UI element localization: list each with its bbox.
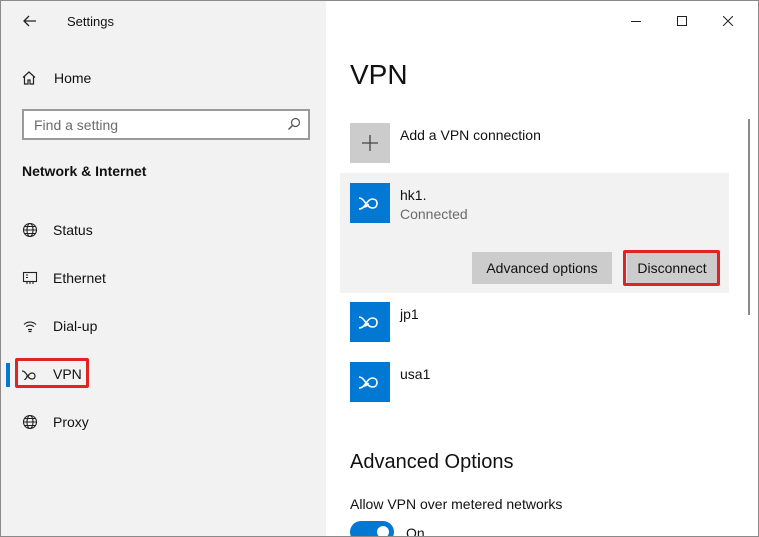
connection-name: jp1: [400, 306, 419, 322]
section-title: Network & Internet: [22, 163, 147, 179]
search-box[interactable]: [22, 109, 310, 140]
metered-networks-label: Allow VPN over metered networks: [350, 496, 563, 512]
vpn-connection-item[interactable]: jp1: [350, 302, 730, 344]
sidebar-item-status[interactable]: Status: [1, 210, 326, 250]
toggle-state-label: On: [406, 525, 425, 537]
sidebar-item-label: Dial-up: [53, 318, 98, 334]
page-title: VPN: [350, 59, 408, 90]
advanced-options-button[interactable]: Advanced options: [472, 252, 612, 284]
globe-icon: [21, 414, 39, 430]
connection-name: hk1.: [400, 187, 427, 203]
close-button[interactable]: [705, 1, 751, 41]
vpn-connection-item[interactable]: usa1: [350, 362, 730, 404]
search-input[interactable]: [34, 116, 274, 134]
metered-networks-toggle[interactable]: [350, 521, 394, 536]
advanced-options-heading: Advanced Options: [350, 451, 514, 473]
sidebar-item-dial-up[interactable]: Dial-up: [1, 306, 326, 346]
disconnect-highlight-box: [623, 250, 720, 286]
sidebar-item-label: Proxy: [53, 414, 89, 430]
sidebar-item-label: Ethernet: [53, 270, 106, 286]
sidebar-item-ethernet[interactable]: Ethernet: [1, 258, 326, 298]
vpn-icon: [350, 183, 390, 223]
sidebar-item-label: Status: [53, 222, 93, 238]
home-label: Home: [54, 70, 92, 86]
minimize-icon: [631, 21, 641, 22]
title-bar: Settings: [1, 1, 326, 41]
close-icon: [723, 16, 733, 26]
home-nav-item[interactable]: Home: [21, 67, 91, 89]
connection-name: usa1: [400, 366, 431, 382]
vpn-icon: [350, 302, 390, 342]
maximize-icon: [677, 16, 687, 26]
add-vpn-label: Add a VPN connection: [400, 127, 541, 143]
search-icon[interactable]: [287, 117, 301, 131]
active-indicator: [6, 363, 10, 387]
vpn-highlight-box: [15, 358, 89, 388]
dialup-icon: [21, 318, 39, 334]
sidebar: Settings Home Network & Internet Status: [1, 1, 326, 536]
main-content: VPN Add a VPN connection hk1. Connected …: [326, 1, 758, 537]
home-icon: [22, 71, 36, 85]
app-title: Settings: [67, 14, 114, 29]
sidebar-item-proxy[interactable]: Proxy: [1, 402, 326, 442]
vpn-icon: [350, 362, 390, 402]
ethernet-icon: [21, 270, 39, 286]
back-arrow-icon: [23, 15, 36, 27]
toggle-knob: [377, 526, 389, 536]
maximize-button[interactable]: [659, 1, 705, 41]
globe-icon: [21, 222, 39, 238]
plus-icon: [350, 123, 390, 163]
connection-status: Connected: [400, 206, 468, 222]
add-vpn-connection-button[interactable]: Add a VPN connection: [350, 123, 730, 165]
scrollbar[interactable]: [748, 119, 750, 315]
minimize-button[interactable]: [613, 1, 659, 41]
settings-window: Settings Home Network & Internet Status: [0, 0, 759, 537]
back-button[interactable]: [16, 9, 44, 33]
